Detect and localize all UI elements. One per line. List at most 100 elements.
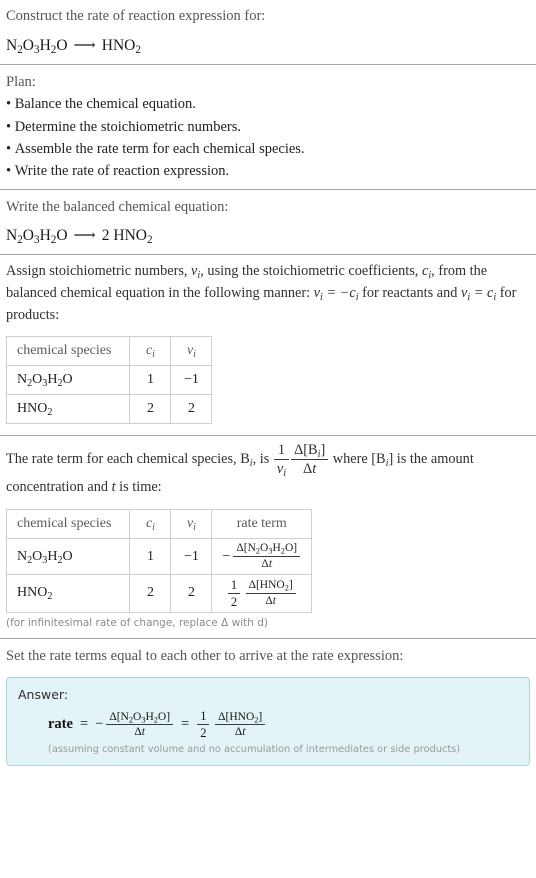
rate-intro-text-4: is time: (115, 479, 162, 496)
table-row: HNO2 2 2 (5, 394, 213, 425)
cell-nu: −1 (170, 538, 213, 575)
column-header-nu: νi (170, 509, 213, 540)
cell-c: 1 (129, 365, 172, 396)
coefficient-numerator: 1 (227, 578, 241, 594)
formula-denominator-1: νi (276, 461, 287, 480)
cell-species: N2O3H2O (5, 365, 131, 396)
answer-minus-sign: − (95, 716, 104, 733)
rate-denominator: Δt (265, 594, 276, 607)
cell-nu: 2 (170, 394, 213, 425)
cell-species: N2O3H2O (5, 538, 131, 575)
column-header-species: chemical species (5, 336, 131, 367)
balanced-reactant-formula: N2O3H2O (6, 227, 68, 247)
plan-steps-list: Balance the chemical equation. Determine… (6, 93, 530, 181)
balanced-product-coefficient: 2 (101, 227, 110, 245)
final-section: Set the rate terms equal to each other t… (6, 639, 530, 773)
answer-left-fraction: Δ[N2O3H2O] Δt (106, 711, 174, 740)
answer-equation: rate = − Δ[N2O3H2O] Δt = 1 2 Δ[HNO2] Δt (18, 709, 518, 740)
column-header-species: chemical species (5, 509, 131, 540)
worksheet-page: Construct the rate of reaction expressio… (0, 0, 536, 773)
cell-rate-term: − Δ[N2O3H2O] Δt (211, 538, 313, 575)
rate-term-footnote: (for infinitesimal rate of change, repla… (6, 616, 268, 629)
rate-denominator: Δt (261, 558, 273, 571)
rate-intro-text-1: The rate term for each chemical species, (6, 451, 241, 468)
cell-nu: 2 (170, 573, 213, 613)
equals-sign-2: = (181, 716, 190, 733)
coefficient-denominator: 2 (230, 594, 238, 609)
column-header-c: ci (129, 336, 172, 367)
rate-term-formula: 1 νi Δ[Bi] Δt (273, 442, 329, 479)
rate-label: rate (48, 716, 73, 733)
reaction-arrow-icon: ⟶ (73, 227, 96, 245)
stoich-intro-text-2: , using the stoichiometric coefficients, (200, 263, 422, 280)
c-symbol: ci (421, 263, 432, 282)
plan-step: Write the rate of reaction expression. (6, 160, 530, 182)
equals-sign: = (79, 716, 89, 733)
balanced-equation-label: Write the balanced chemical equation: (6, 198, 229, 215)
plan-step: Balance the chemical equation. (6, 93, 530, 115)
final-label: Set the rate terms equal to each other t… (6, 647, 404, 664)
answer-left-numerator: Δ[N2O3H2O] (106, 711, 174, 726)
rate-intro-text-2: , is (252, 451, 273, 468)
column-header-c: ci (129, 509, 172, 540)
cell-c: 2 (129, 573, 172, 613)
table-row: N2O3H2O 1 −1 (5, 365, 213, 396)
rate-term-table: chemical species ci νi rate term N2O3H2O… (5, 509, 313, 613)
answer-right-denominator: Δt (234, 726, 246, 739)
answer-title: Answer: (18, 687, 69, 703)
answer-right-fraction: Δ[HNO2] Δt (215, 711, 266, 740)
formula-numerator-1: 1 (273, 442, 290, 461)
column-header-nu: νi (170, 336, 213, 367)
stoich-intro-text-4: for reactants and (358, 285, 461, 302)
formula-numerator-2: Δ[Bi] (291, 442, 329, 461)
question-section: Construct the rate of reaction expressio… (6, 0, 530, 64)
reactant-formula: N2O3H2O (6, 36, 68, 56)
plan-step: Determine the stoichiometric numbers. (6, 116, 530, 138)
stoichiometric-intro: Assign stoichiometric numbers, νi, using… (6, 261, 530, 326)
rate-fraction: Δ[N2O3H2O] Δt (233, 542, 301, 571)
rate-term-section: The rate term for each chemical species,… (5, 436, 530, 637)
product-formula: HNO2 (101, 36, 141, 56)
rate-fraction: Δ[HNO2] Δt (245, 579, 296, 608)
rate-coefficient-fraction: 12 (227, 578, 241, 609)
rule-reactants: νi = −ci (313, 285, 359, 303)
question-prompt: Construct the rate of reaction expressio… (6, 8, 266, 24)
rate-sign: − (222, 548, 231, 564)
reaction-arrow-icon: ⟶ (73, 36, 96, 54)
rule-products: νi = ci (460, 285, 497, 303)
plan-label: Plan: (6, 74, 36, 90)
answer-coefficient-denominator: 2 (200, 726, 207, 741)
rate-numerator: Δ[HNO2] (245, 579, 296, 594)
cell-c: 1 (129, 538, 172, 575)
rate-numerator: Δ[N2O3H2O] (233, 542, 301, 558)
nu-symbol: νi (191, 263, 201, 282)
table-header-row: chemical species ci νi (5, 336, 213, 367)
answer-coefficient-fraction: 12 (197, 709, 210, 741)
answer-left-denominator: Δt (134, 726, 145, 739)
table-header-row: chemical species ci νi rate term (5, 509, 313, 540)
question-equation: N2O3H2O ⟶ HNO2 (6, 34, 530, 57)
cell-c: 2 (129, 394, 172, 425)
answer-coefficient-numerator: 1 (197, 709, 210, 726)
answer-box: Answer: rate = − Δ[N2O3H2O] Δt = 1 2 Δ[HNO2] Δt … (6, 677, 530, 767)
cell-rate-term: 12 Δ[HNO2] Δt (211, 573, 313, 613)
answer-right-numerator: Δ[HNO2] (215, 711, 266, 726)
plan-section: Plan: Balance the chemical equation. Det… (6, 65, 530, 189)
cell-nu: −1 (170, 365, 213, 396)
balanced-product-formula: HNO2 (113, 227, 153, 247)
stoichiometric-table: chemical species ci νi N2O3H2O 1 −1 HNO2… (5, 336, 213, 425)
cell-species: HNO2 (5, 394, 131, 425)
balanced-equation: N2O3H2O ⟶ 2 HNO2 (6, 224, 530, 247)
formula-denominator-2: Δt (303, 461, 317, 478)
plan-step: Assemble the rate term for each chemical… (6, 138, 530, 160)
table-row: HNO2 2 2 12 Δ[HNO2] Δt (5, 573, 313, 613)
column-header-rate-term: rate term (211, 509, 313, 540)
table-row: N2O3H2O 1 −1 − Δ[N2O3H2O] Δt (5, 538, 313, 575)
balanced-equation-section: Write the balanced chemical equation: N2… (6, 190, 530, 255)
cell-species: HNO2 (5, 573, 131, 613)
rate-term-intro: The rate term for each chemical species,… (6, 442, 530, 499)
stoichiometric-section: Assign stoichiometric numbers, νi, using… (5, 255, 530, 435)
answer-assumption-note: (assuming constant volume and no accumul… (48, 744, 461, 756)
species-symbol: Bi (240, 451, 253, 470)
stoich-intro-text-1: Assign stoichiometric numbers, (6, 263, 192, 280)
